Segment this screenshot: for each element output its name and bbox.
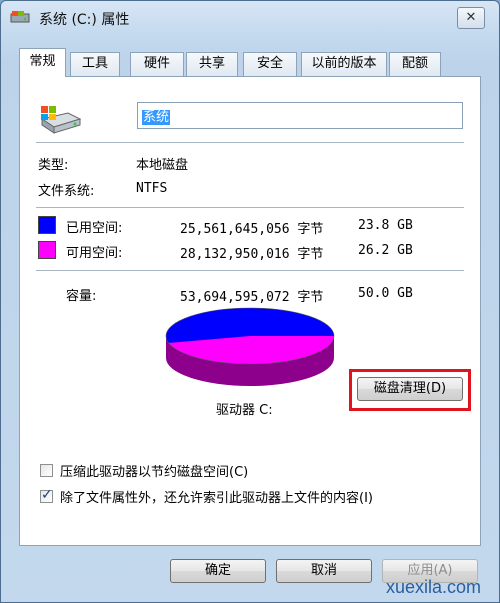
disk-cleanup-button[interactable]: 磁盘清理(D) xyxy=(357,377,463,401)
window-title: 系统 (C:) 属性 xyxy=(39,12,130,28)
ok-button[interactable]: 确定 xyxy=(170,559,266,583)
tab-security[interactable]: 安全 xyxy=(243,52,297,76)
tab-general[interactable]: 常规 xyxy=(19,48,66,77)
type-label: 类型: xyxy=(38,158,69,173)
divider xyxy=(36,142,464,143)
divider xyxy=(36,207,464,208)
type-value: 本地磁盘 xyxy=(136,158,189,173)
compress-label[interactable]: 压缩此驱动器以节约磁盘空间(C) xyxy=(60,461,248,480)
free-space-label: 可用空间: xyxy=(66,246,123,261)
drive-letter-label: 驱动器 C: xyxy=(216,403,273,418)
used-space-bytes: 25,561,645,056 字节 xyxy=(180,222,324,237)
close-button[interactable]: ✕ xyxy=(457,7,485,29)
disk-usage-pie xyxy=(165,307,335,386)
used-space-swatch xyxy=(38,216,56,234)
index-checkbox[interactable]: ✓ xyxy=(40,487,53,503)
capacity-bytes: 53,694,595,072 字节 xyxy=(180,290,324,305)
free-space-bytes: 28,132,950,016 字节 xyxy=(180,247,324,262)
title-bar[interactable]: 系统 (C:) 属性 ✕ xyxy=(1,1,499,33)
used-space-label: 已用空间: xyxy=(66,221,123,236)
tab-tools[interactable]: 工具 xyxy=(70,52,120,76)
free-space-size: 26.2 GB xyxy=(358,243,413,258)
filesystem-label: 文件系统: xyxy=(38,184,95,199)
used-space-size: 23.8 GB xyxy=(358,218,413,233)
cancel-button[interactable]: 取消 xyxy=(276,559,372,583)
checkmark-icon: ✓ xyxy=(41,487,53,503)
tab-previous-versions[interactable]: 以前的版本 xyxy=(301,52,387,76)
tab-sharing[interactable]: 共享 xyxy=(186,52,238,76)
drive-name-input[interactable]: 系统 xyxy=(137,102,463,129)
compress-checkbox[interactable] xyxy=(40,464,53,477)
general-panel: 系统 类型: 本地磁盘 文件系统: NTFS 已用空间: 25,561,645,… xyxy=(19,76,481,546)
drive-icon xyxy=(10,11,30,23)
free-space-swatch xyxy=(38,241,56,259)
hard-drive-icon xyxy=(40,106,82,134)
tab-hardware[interactable]: 硬件 xyxy=(130,52,184,76)
capacity-label: 容量: xyxy=(66,289,97,304)
capacity-size: 50.0 GB xyxy=(358,286,413,301)
properties-window: 系统 (C:) 属性 ✕ 常规 工具 硬件 共享 安全 以前的版本 配额 系统 … xyxy=(0,0,500,603)
filesystem-value: NTFS xyxy=(136,181,168,196)
index-label[interactable]: 除了文件属性外，还允许索引此驱动器上文件的内容(I) xyxy=(60,487,373,506)
divider xyxy=(36,270,464,271)
tab-quota[interactable]: 配额 xyxy=(389,52,441,76)
drive-name-value: 系统 xyxy=(142,110,171,125)
watermark: xuexila.com xyxy=(385,577,481,597)
